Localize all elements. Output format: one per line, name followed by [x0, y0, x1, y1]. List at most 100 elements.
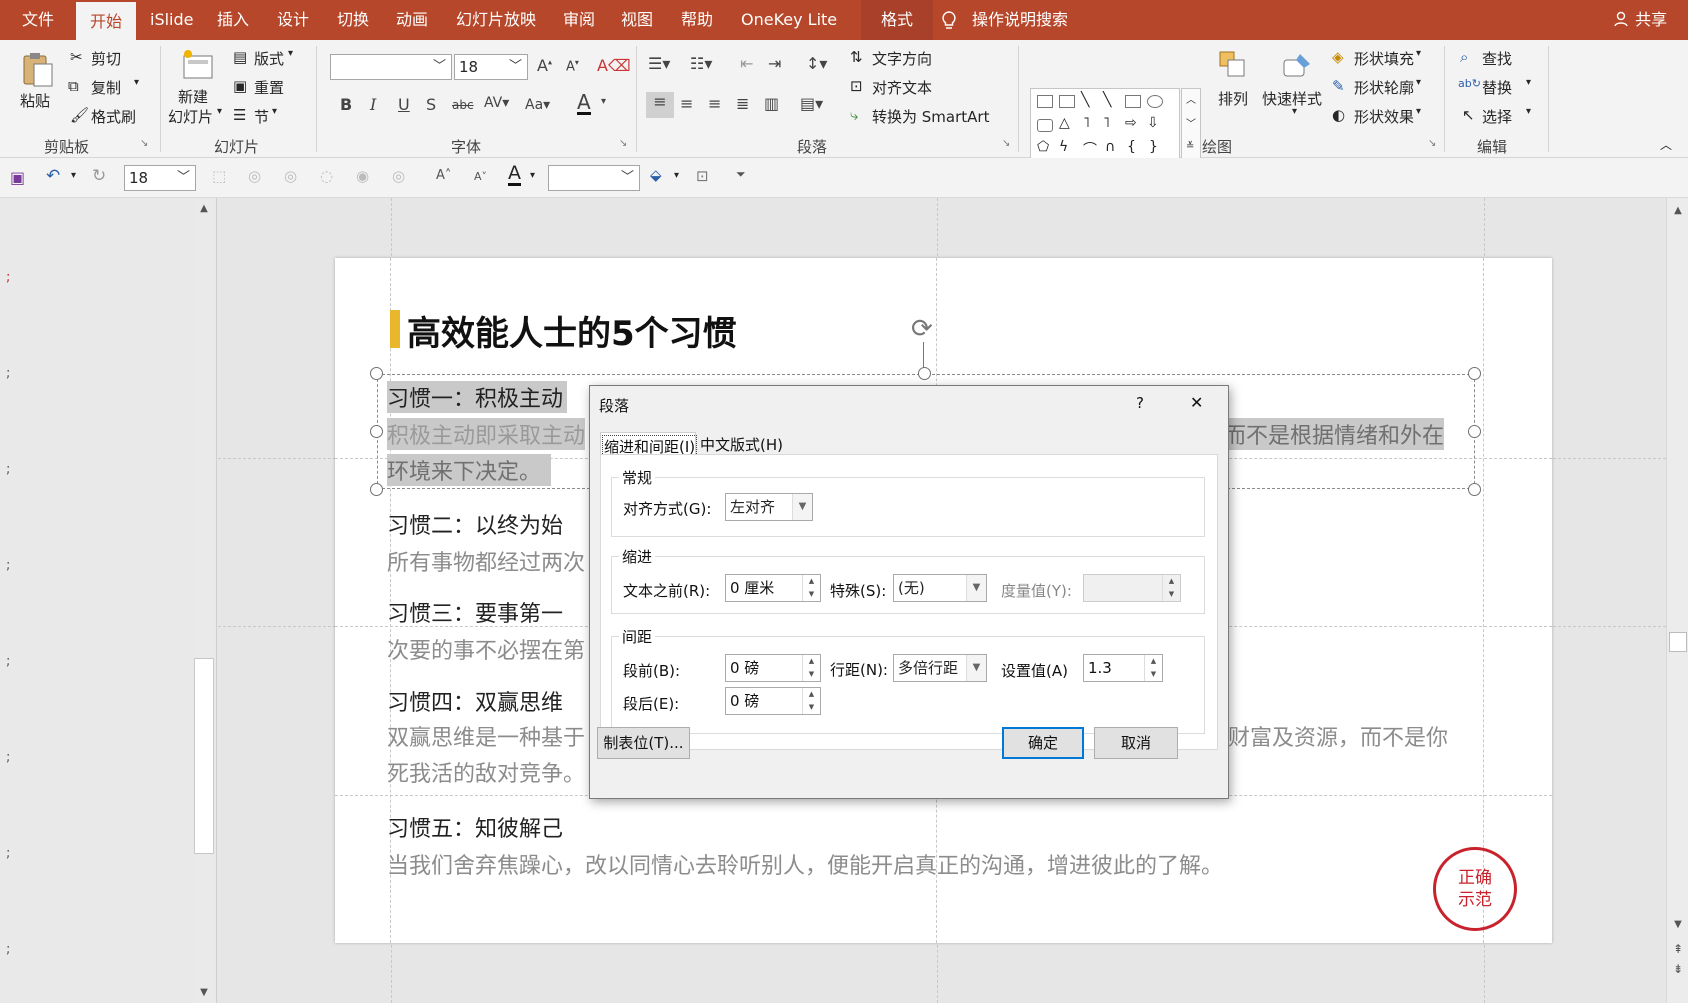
shadow-icon[interactable]: S	[426, 95, 436, 114]
spacing-before-input[interactable]: 0 磅 ▲ ▼	[725, 654, 821, 682]
special-select[interactable]: (无) ▼	[893, 574, 987, 602]
chevron-down-icon[interactable]: ▾	[1292, 106, 1297, 117]
tab-format[interactable]: 格式	[861, 0, 934, 40]
scroll-thumb[interactable]	[194, 658, 214, 854]
dialog-launcher-icon[interactable]: ↘	[1428, 138, 1436, 149]
habit-4-title[interactable]: 习惯四：双赢思维	[387, 685, 563, 717]
habit-1-desc-line1-right[interactable]: 而不是根据情绪和外在	[1224, 418, 1445, 450]
resize-handle[interactable]	[918, 367, 931, 380]
dialog-launcher-icon[interactable]: ↘	[619, 138, 627, 149]
spacing-before-spinner[interactable]: ▲ ▼	[802, 655, 820, 681]
more-icon[interactable]: ≚	[1186, 141, 1194, 152]
scroll-up-icon[interactable]: ▲	[194, 200, 214, 218]
chevron-down-icon[interactable]: ▾	[71, 170, 76, 181]
triangle-shape-icon[interactable]: △	[1059, 115, 1070, 131]
scroll-down-icon[interactable]: ▼	[194, 984, 214, 1002]
chevron-down-icon[interactable]: ▾	[134, 77, 139, 88]
decrease-font-icon[interactable]: A▾	[566, 58, 579, 74]
font-color-icon[interactable]: A	[577, 92, 591, 115]
columns-icon[interactable]: ▤▾	[800, 94, 823, 113]
chevron-down-icon[interactable]: ▾	[1416, 77, 1421, 88]
format-painter-button[interactable]: 格式刷	[91, 106, 136, 127]
right-brace-shape-icon[interactable]: }	[1149, 139, 1158, 155]
italic-icon[interactable]: I	[370, 95, 376, 114]
replace-button[interactable]: 替换	[1482, 77, 1512, 98]
customize-qat-icon[interactable]: ⏷	[736, 167, 746, 182]
habit-5-title[interactable]: 习惯五：知彼解己	[387, 811, 563, 843]
chevron-up-icon[interactable]: ︿	[1186, 91, 1196, 106]
fragment-shapes-icon[interactable]: ◌	[320, 167, 333, 185]
tab-file[interactable]: 文件	[22, 0, 54, 40]
chevron-down-icon[interactable]: ▾	[530, 170, 535, 181]
arrange-button[interactable]: 排列	[1218, 88, 1248, 109]
habit-4-desc-line1-left[interactable]: 双赢思维是一种基于	[387, 720, 585, 752]
spacing-after-spinner[interactable]: ▲ ▼	[802, 688, 820, 714]
line-shape-icon[interactable]: ╲	[1081, 92, 1089, 108]
combine-shapes-icon[interactable]: ◎	[284, 167, 297, 185]
tab-asian-typography[interactable]: 中文版式(H)	[700, 434, 783, 455]
change-case-icon[interactable]: Aa▾	[525, 97, 550, 113]
subtract-shapes-icon[interactable]: ◎	[392, 167, 405, 185]
slide-title[interactable]: 高效能人士的5个习惯	[407, 306, 737, 355]
chevron-down-icon[interactable]: ﹀	[509, 55, 522, 79]
dialog-launcher-icon[interactable]: ↘	[1002, 138, 1010, 149]
layout-button[interactable]: 版式	[254, 48, 284, 69]
habit-4-desc-line1-right[interactable]: 财富及资源，而不是你	[1228, 720, 1448, 752]
paste-button[interactable]: 粘贴	[20, 90, 50, 111]
tab-review[interactable]: 审阅	[563, 0, 595, 40]
tab-islide[interactable]: iSlide	[150, 0, 194, 40]
tab-view[interactable]: 视图	[621, 0, 653, 40]
chevron-down-icon[interactable]: ▾	[1526, 77, 1531, 88]
help-button[interactable]: ?	[1136, 394, 1144, 412]
find-button[interactable]: 查找	[1482, 48, 1512, 69]
down-arrow-shape-icon[interactable]: ⇩	[1147, 115, 1159, 131]
previous-slide-icon[interactable]: ⇞	[1668, 940, 1688, 958]
chevron-down-icon[interactable]: ▼	[966, 655, 986, 681]
qat-font-name-combobox[interactable]: ﹀	[548, 165, 640, 191]
underline-icon[interactable]: U	[398, 95, 410, 114]
scroll-up-icon[interactable]: ▲	[1668, 202, 1688, 220]
text-direction-button[interactable]: 文字方向	[872, 48, 932, 69]
union-shapes-icon[interactable]: ◎	[248, 167, 261, 185]
tab-home[interactable]: 开始	[76, 0, 137, 40]
spin-up-icon[interactable]: ▲	[1145, 655, 1162, 668]
tell-me-search[interactable]: 操作说明搜索	[972, 0, 1068, 40]
decrease-font-icon[interactable]: A˅	[474, 170, 487, 183]
before-text-input[interactable]: 0 厘米 ▲ ▼	[725, 574, 821, 602]
font-size-combobox[interactable]: 18 ﹀	[454, 54, 528, 80]
resize-handle[interactable]	[370, 367, 383, 380]
habit-3-desc[interactable]: 次要的事不必摆在第	[387, 633, 585, 665]
tab-animations[interactable]: 动画	[396, 0, 428, 40]
tab-design[interactable]: 设计	[277, 0, 309, 40]
tab-insert[interactable]: 插入	[217, 0, 249, 40]
shape-fill-button[interactable]: 形状填充	[1354, 48, 1414, 69]
tab-onekey[interactable]: OneKey Lite	[741, 0, 837, 40]
share-button[interactable]: 共享	[1614, 0, 1667, 40]
paragraph-dialog[interactable]: 段落 ? ✕ 缩进和间距(I) 中文版式(H) 常规 对齐方式(G): 左对齐 …	[589, 385, 1229, 799]
alignment-select[interactable]: 左对齐 ▼	[725, 493, 813, 521]
at-spinner[interactable]: ▲ ▼	[1144, 655, 1162, 681]
chevron-down-icon[interactable]: ▼	[966, 575, 986, 601]
chevron-down-icon[interactable]: ▾	[601, 96, 606, 107]
select-button[interactable]: 选择	[1482, 106, 1512, 127]
intersect-shapes-icon[interactable]: ◉	[356, 167, 369, 185]
chevron-down-icon[interactable]: ﹀	[1186, 115, 1196, 130]
new-slide-button-line2[interactable]: 幻灯片	[168, 106, 213, 127]
tab-transitions[interactable]: 切换	[337, 0, 369, 40]
spin-up-icon[interactable]: ▲	[803, 575, 820, 588]
reset-button[interactable]: 重置	[254, 77, 284, 98]
rectangle-shape-icon[interactable]	[1125, 95, 1141, 108]
resize-handle[interactable]	[370, 425, 383, 438]
habit-5-desc[interactable]: 当我们舍弃焦躁心，改以同情心去聆听别人，便能开启真正的沟通，增进彼此的了解。	[387, 848, 1223, 880]
habit-4-desc-line2[interactable]: 死我活的敌对竞争。	[387, 756, 585, 788]
increase-font-icon[interactable]: A▴	[537, 56, 552, 75]
justify-icon[interactable]: ≣	[736, 94, 749, 113]
undo-icon[interactable]: ↶	[46, 166, 60, 186]
textbox-vertical-shape-icon[interactable]	[1059, 95, 1075, 108]
resize-handle[interactable]	[1468, 367, 1481, 380]
cut-button[interactable]: 剪切	[91, 48, 121, 69]
numbering-icon[interactable]: ☷▾	[690, 54, 712, 73]
rounded-rect-shape-icon[interactable]	[1037, 119, 1053, 132]
redo-icon[interactable]: ↻	[92, 166, 106, 186]
habit-1-desc-line1-left[interactable]: 积极主动即采取主动	[387, 418, 586, 450]
